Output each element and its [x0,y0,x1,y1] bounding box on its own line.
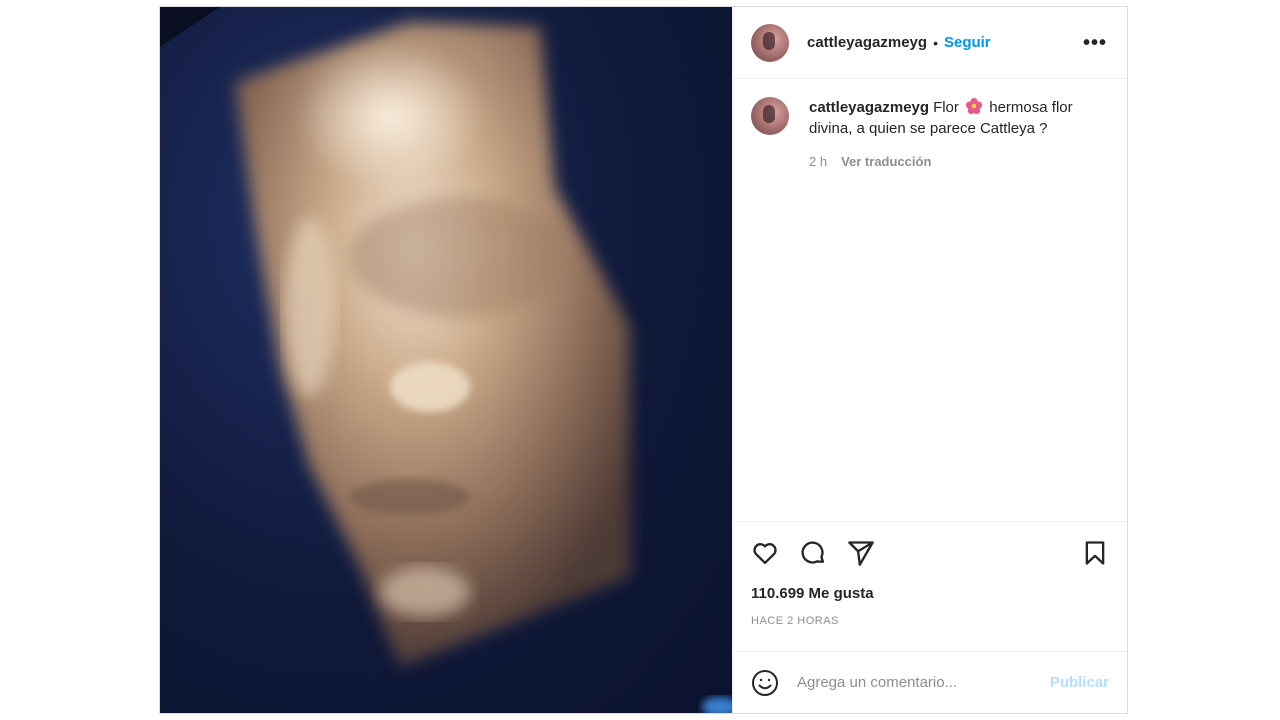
instagram-post: cattleyagazmeyg • Seguir ••• cattleyagaz… [159,6,1128,714]
caption: cattleyagazmeyg Flor hermosa flor divina,… [751,97,1111,172]
comment-input[interactable] [797,674,1050,691]
caption-text-start: Flor [933,99,959,116]
post-header: cattleyagazmeyg • Seguir ••• [733,7,1127,79]
share-icon[interactable] [847,539,875,567]
post-actions: 110.699 Me gusta HACE 2 HORAS [733,521,1127,651]
caption-username[interactable]: cattleyagazmeyg [809,99,929,116]
ultrasound-photo [160,7,732,713]
like-count[interactable]: 110.699 Me gusta [751,585,1109,602]
post-side-panel: cattleyagazmeyg • Seguir ••• cattleyagaz… [732,7,1127,713]
emoji-icon[interactable] [751,669,779,697]
comment-icon[interactable] [799,539,827,567]
post-image[interactable] [160,7,732,713]
author-avatar[interactable] [751,23,789,62]
action-icons [751,538,1109,568]
bookmark-icon[interactable] [1081,539,1109,567]
caption-age: 2 h [809,154,828,169]
separator-dot: • [933,34,938,51]
caption-body: cattleyagazmeyg Flor hermosa flor divina,… [809,97,1099,172]
author-username[interactable]: cattleyagazmeyg [807,34,927,51]
caption-avatar[interactable] [751,97,789,135]
heart-icon[interactable] [751,539,779,567]
publish-button[interactable]: Publicar [1050,674,1109,691]
hibiscus-emoji [965,97,983,115]
add-comment-bar: Publicar [733,651,1127,713]
more-options-icon[interactable]: ••• [1079,33,1111,53]
see-translation-button[interactable]: Ver traducción [841,151,931,172]
caption-meta: 2 h Ver traducción [809,151,1099,172]
follow-button[interactable]: Seguir [944,34,991,51]
post-timestamp: HACE 2 HORAS [751,615,839,627]
comments-section: cattleyagazmeyg Flor hermosa flor divina,… [733,79,1127,521]
